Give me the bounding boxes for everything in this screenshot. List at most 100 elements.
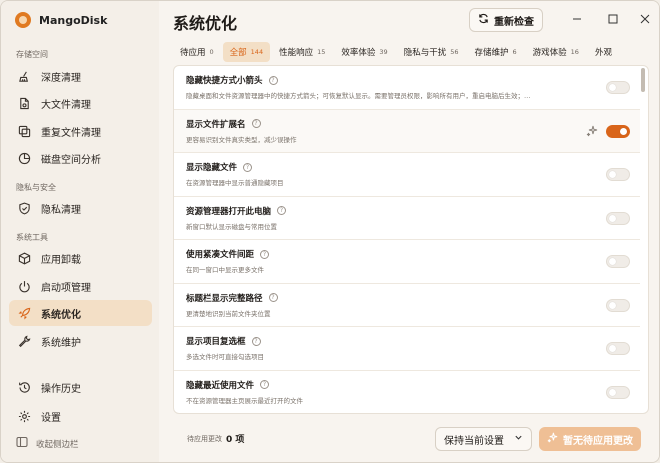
info-icon[interactable]: ?: [268, 75, 278, 85]
item-title: 使用紧凑文件间距: [186, 250, 255, 260]
tab-performance[interactable]: 性能响应 15: [272, 42, 332, 62]
tab-storage[interactable]: 存储维护 6: [467, 42, 523, 62]
info-icon[interactable]: ?: [268, 293, 278, 302]
gear-icon: [17, 409, 31, 423]
info-icon[interactable]: ?: [243, 162, 253, 172]
close-icon[interactable]: [637, 11, 653, 27]
sidebar-item-uninstall[interactable]: 应用卸载: [9, 245, 152, 271]
collapse-label: 收起侧边栏: [36, 439, 79, 450]
history-icon: [17, 380, 31, 394]
item-toggle[interactable]: [606, 255, 630, 268]
brand: MangoDisk: [15, 12, 107, 28]
apply-label: 暂无待应用更改: [563, 435, 633, 447]
sidebar-item-label: 启动项管理: [41, 282, 91, 294]
sidebar-item-maintenance[interactable]: 系统维护: [9, 328, 152, 354]
file-icon: [17, 96, 31, 110]
recheck-label: 重新检查: [494, 16, 534, 28]
pending-changes-label: 待应用更改: [187, 435, 222, 443]
item-title-wrap: 隐藏快捷方式小箭头 ?: [186, 74, 278, 86]
category-tabs: 待应用 0 全部 144 性能响应 15 效率体验 39 隐私与干扰 56 存储…: [173, 42, 659, 62]
tab-count: 16: [570, 48, 579, 56]
sidebar-item-privacy-clean[interactable]: 隐私清理: [9, 195, 152, 221]
tab-label: 性能响应: [279, 48, 314, 58]
info-icon[interactable]: ?: [260, 249, 270, 259]
recheck-button[interactable]: 重新检查: [469, 8, 543, 32]
item-description: 更清楚地识别当前文件夹位置: [186, 309, 271, 318]
sidebar-item-label: 操作历史: [41, 383, 81, 395]
sidebar-item-label: 深度清理: [41, 72, 81, 84]
chevron-down-icon: [514, 433, 523, 445]
item-toggle[interactable]: [606, 298, 630, 312]
item-toggle[interactable]: [606, 168, 630, 181]
tab-all[interactable]: 全部 144: [222, 42, 271, 62]
info-icon[interactable]: ?: [251, 119, 261, 128]
tab-count: 56: [450, 48, 459, 56]
minimize-icon[interactable]: [569, 11, 585, 27]
pending-changes-count: 0 项: [226, 435, 245, 445]
item-toggle[interactable]: [606, 342, 630, 355]
tab-appearance[interactable]: 外观: [588, 42, 619, 62]
select-value: 保持当前设置: [444, 435, 504, 447]
item-description: 更容易识别文件真实类型，减少误操作: [186, 135, 297, 144]
apply-changes-button[interactable]: 暂无待应用更改: [539, 427, 641, 451]
app-window: MangoDisk 存储空间 深度清理 大文件清理 重复文件清理 磁盘空间分析 …: [0, 0, 660, 463]
mango-logo-icon: [15, 12, 31, 28]
sidebar-item-label: 重复文件清理: [41, 127, 101, 139]
sidebar-item-disk-analysis[interactable]: 磁盘空间分析: [9, 145, 152, 171]
item-description: 新窗口默认显示磁盘与常用位置: [186, 222, 277, 231]
sidebar-item-settings[interactable]: 设置: [9, 403, 152, 429]
sidebar-item-large-files[interactable]: 大文件清理: [9, 90, 152, 116]
tab-privacy[interactable]: 隐私与干扰 56: [397, 42, 466, 62]
section-label-storage: 存储空间: [16, 50, 48, 59]
info-icon[interactable]: ?: [251, 336, 261, 346]
item-toggle[interactable]: [606, 385, 630, 399]
info-icon[interactable]: ?: [260, 380, 270, 389]
broom-icon: [17, 69, 31, 83]
tab-count: 6: [512, 48, 517, 56]
item-title: 显示隐藏文件: [186, 163, 238, 173]
sidebar-item-label: 隐私清理: [41, 204, 81, 216]
list-item: 显示项目复选框 ? 多选文件时可直接勾选项目: [174, 327, 640, 371]
item-description: 隐藏桌面和文件资源管理器中的快捷方式箭头；可恢复默认显示。需要管理员权限，影响所…: [186, 92, 531, 100]
app-name: MangoDisk: [39, 13, 108, 27]
list-item: 显示文件扩展名 ? 更容易识别文件真实类型，减少误操作: [174, 109, 640, 153]
list-item: 隐藏最近使用文件 ? 不在资源管理器主页展示最近打开的文件: [174, 371, 640, 414]
page-title: 系统优化: [173, 14, 238, 33]
rocket-icon: [17, 306, 31, 320]
tab-efficiency[interactable]: 效率体验 39: [334, 42, 394, 62]
tab-count: 0: [209, 48, 214, 56]
item-toggle[interactable]: [606, 211, 630, 225]
sidebar-item-history[interactable]: 操作历史: [9, 374, 152, 400]
sidebar-item-deep-clean[interactable]: 深度清理: [9, 63, 152, 89]
tab-label: 存储维护: [474, 48, 509, 58]
item-description: 不在资源管理器主页展示最近打开的文件: [186, 396, 303, 405]
list-scrollbar[interactable]: [641, 68, 645, 92]
pie-chart-icon: [17, 151, 31, 165]
item-title: 隐藏最近使用文件: [186, 380, 255, 391]
info-icon[interactable]: ?: [277, 206, 287, 215]
sidebar-item-label: 磁盘空间分析: [41, 154, 101, 166]
sidebar-item-system-optimize[interactable]: 系统优化: [9, 300, 152, 326]
sidebar-item-duplicate-files[interactable]: 重复文件清理: [9, 118, 152, 144]
apply-mode-select[interactable]: 保持当前设置: [435, 427, 532, 451]
list-item: 隐藏快捷方式小箭头 ? 隐藏桌面和文件资源管理器中的快捷方式箭头；可恢复默认显示…: [174, 66, 640, 110]
sidebar-item-startup[interactable]: 启动项管理: [9, 273, 152, 299]
tab-label: 外观: [594, 48, 612, 58]
list-item: 使用紧凑文件间距 ? 在同一窗口中显示更多文件: [174, 240, 640, 284]
item-title-wrap: 使用紧凑文件间距 ?: [186, 248, 270, 260]
sidebar-item-label: 系统优化: [41, 309, 81, 321]
list-item: 资源管理器打开此电脑 ? 新窗口默认显示磁盘与常用位置: [174, 197, 640, 240]
sparkle-icon[interactable]: [586, 125, 598, 137]
tab-gaming[interactable]: 游戏体验 16: [526, 42, 586, 62]
item-toggle[interactable]: [606, 81, 630, 94]
item-title-wrap: 显示项目复选框 ?: [186, 335, 261, 347]
maximize-icon[interactable]: [605, 11, 621, 27]
collapse-sidebar-button[interactable]: 收起侧边栏: [16, 436, 79, 451]
item-toggle[interactable]: [606, 124, 630, 138]
list-item: 显示隐藏文件 ? 在资源管理器中显示普通隐藏项目: [174, 153, 640, 197]
item-title: 隐藏快捷方式小箭头: [186, 76, 263, 86]
wrench-icon: [17, 334, 31, 348]
tab-pending[interactable]: 待应用 0: [173, 42, 221, 62]
tab-label: 全部: [229, 48, 247, 58]
refresh-icon: [478, 13, 489, 27]
